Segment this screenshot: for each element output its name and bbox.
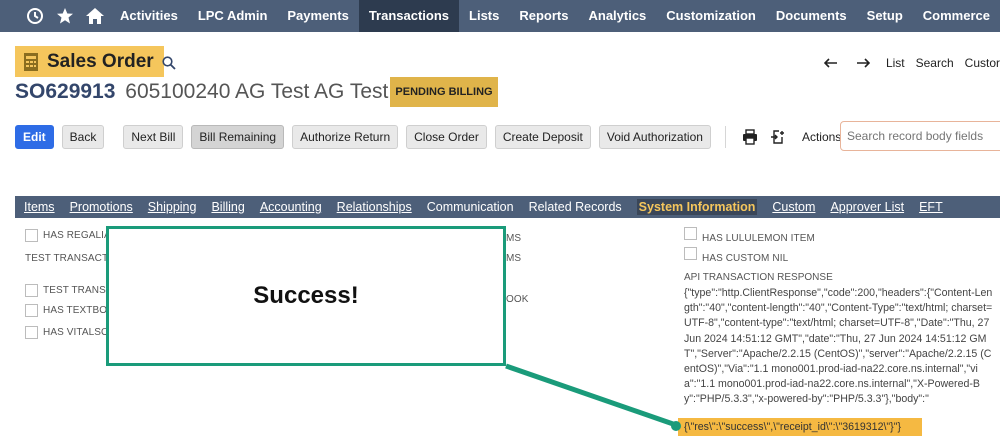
list-link[interactable]: List [886,56,905,70]
tab-eft[interactable]: EFT [919,200,943,214]
record-type-title: Sales Order [47,50,154,72]
tab-billing[interactable]: Billing [211,200,244,214]
has-custom-nil-checkbox[interactable] [684,247,697,260]
nav-activities[interactable]: Activities [110,0,188,32]
void-authorization-button[interactable]: Void Authorization [598,125,711,149]
record-navigation: List Search Custor [823,56,1000,70]
nav-transactions[interactable]: Transactions [358,0,460,32]
tab-system-information[interactable]: System Information [636,199,758,215]
home-icon[interactable] [80,0,110,32]
close-order-button[interactable]: Close Order [406,125,487,149]
next-bill-button[interactable]: Next Bill [123,125,184,149]
tab-custom[interactable]: Custom [772,200,815,214]
authorize-return-button[interactable]: Authorize Return [292,125,399,149]
success-callout-box: Success! [106,226,506,366]
record-toolbar: Edit Back Next Bill Bill Remaining Autho… [15,125,851,149]
tab-related-records[interactable]: Related Records [529,200,622,214]
field-label: HAS VITALSO [43,327,109,338]
nav-customization[interactable]: Customization [656,0,766,32]
has-regalia-checkbox[interactable] [25,229,38,242]
nav-reports[interactable]: Reports [509,0,578,32]
nav-lpc-admin[interactable]: LPC Admin [188,0,278,32]
tab-shipping[interactable]: Shipping [148,200,197,214]
has-vitalsource-field: HAS VITALSO [25,326,109,339]
tab-promotions[interactable]: Promotions [70,200,133,214]
has-vitalsource-checkbox[interactable] [25,326,38,339]
nav-lists[interactable]: Lists [459,0,509,32]
has-lululemon-item-field: HAS LULULEMON ITEM [684,227,815,244]
record-body-search-input[interactable] [840,121,1000,151]
callout-text: Success! [253,282,359,309]
nav-payments[interactable]: Payments [277,0,358,32]
tab-communication[interactable]: Communication [427,200,514,214]
back-button[interactable]: Back [61,125,105,149]
test-transaction-checkbox[interactable] [25,284,38,297]
record-type-header: Sales Order [15,46,164,77]
tab-items[interactable]: Items [24,200,55,214]
field-label: TEST TRANSA [43,285,113,296]
add-to-shortcuts-icon[interactable] [770,129,786,145]
has-lululemon-item-checkbox[interactable] [684,227,697,240]
search-icon[interactable] [162,56,176,70]
recent-history-icon[interactable] [20,0,50,32]
toolbar-divider [724,126,726,148]
has-textbook-checkbox[interactable] [25,304,38,317]
field-label: HAS CUSTOM NIL [702,253,789,264]
print-icon[interactable] [742,129,758,145]
field-label: HAS LULULEMON ITEM [702,233,815,244]
tab-relationships[interactable]: Relationships [337,200,412,214]
field-label: HAS REGALIA [43,230,111,241]
record-name: 605100240 AG Test AG Test [125,80,389,103]
field-label: MS [506,233,522,244]
has-textbook-field: HAS TEXTBOO [25,304,115,317]
create-deposit-button[interactable]: Create Deposit [494,125,591,149]
star-icon[interactable] [50,0,80,32]
bill-remaining-button[interactable]: Bill Remaining [191,125,285,149]
record-title: SO629913 605100240 AG Test AG Test [15,80,388,104]
search-link[interactable]: Search [916,56,954,70]
edit-button[interactable]: Edit [15,125,54,149]
subtab-bar: Items Promotions Shipping Billing Accoun… [15,196,1000,218]
test-transaction-checkbox-field: TEST TRANSA [25,284,113,297]
record-number: SO629913 [15,80,116,103]
customize-link[interactable]: Custor [965,56,1000,70]
sales-order-icon [24,52,38,71]
middle-field-2: MS [506,253,521,264]
arrow-right-icon[interactable] [856,58,870,68]
top-navigation-bar: Activities LPC Admin Payments Transactio… [0,0,1000,32]
field-label: OOK [506,294,529,305]
api-response-label: API TRANSACTION RESPONSE [684,272,833,283]
api-response-highlight: {\"res\":\"success\",\"receipt_id\":\"36… [678,418,922,436]
has-custom-nil-field: HAS CUSTOM NIL [684,247,788,264]
field-label: MS [506,253,522,264]
tab-approver-list[interactable]: Approver List [830,200,904,214]
status-badge: PENDING BILLING [390,77,498,107]
field-label: HAS TEXTBOO [43,305,116,316]
nav-commerce[interactable]: Commerce [913,0,1000,32]
tab-accounting[interactable]: Accounting [260,200,322,214]
nav-setup[interactable]: Setup [857,0,913,32]
nav-analytics[interactable]: Analytics [578,0,656,32]
middle-field-1: MS [506,233,521,244]
has-regalia-field: HAS REGALIA [25,229,111,242]
middle-field-3: OOK [506,294,529,305]
arrow-left-icon[interactable] [823,58,838,68]
nav-documents[interactable]: Documents [766,0,857,32]
actions-menu[interactable]: Actions [802,130,841,144]
api-response-value: {"type":"http.ClientResponse","code":200… [684,287,993,406]
